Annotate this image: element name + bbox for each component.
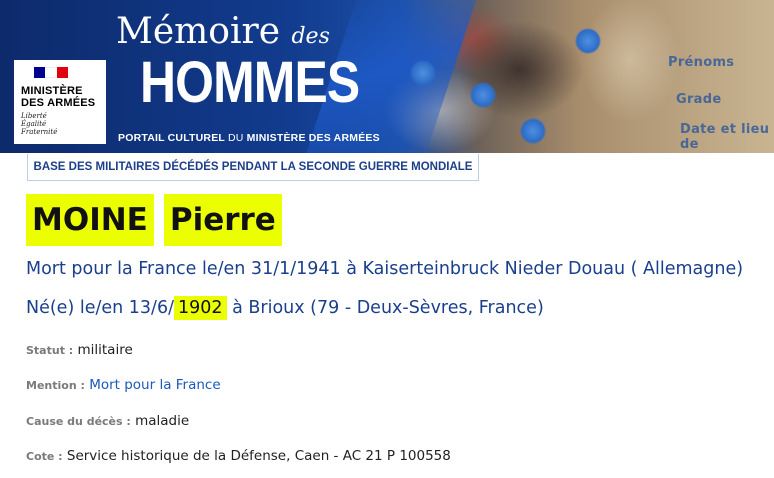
birth-year: 1902	[173, 296, 227, 320]
motto-egalite: Égalité	[21, 120, 47, 128]
banner-blue-dot	[575, 28, 601, 54]
card-label-date-lieu: Date et lieu de	[680, 122, 770, 152]
last-name: MOINE	[26, 194, 154, 246]
site-banner: Prénoms Grade Date et lieu de MINISTÈRE …	[0, 0, 774, 153]
detail-cote: Cote : Service historique de la Défense,…	[26, 448, 451, 464]
logo-motto: Liberté Égalité Fraternité	[21, 112, 100, 136]
banner-blue-dot	[520, 118, 546, 144]
detail-statut: Statut : militaire	[26, 342, 133, 358]
statut-value: militaire	[77, 342, 133, 358]
statut-label: Statut :	[26, 344, 74, 357]
cote-value: Service historique de la Défense, Caen -…	[66, 448, 451, 464]
death-info: Mort pour la France le/en 31/1/1941 à Ka…	[26, 259, 744, 279]
mention-label: Mention :	[26, 379, 85, 392]
site-title-hommes[interactable]: HOMMES	[140, 52, 360, 114]
banner-blue-dot	[470, 82, 496, 108]
motto-liberte: Liberté	[21, 112, 47, 120]
birth-suffix: à Brioux (79 - Deux-Sèvres, France)	[226, 298, 544, 318]
cause-label: Cause du décès :	[26, 415, 131, 428]
logo-ministere: MINISTÈRE	[21, 85, 83, 97]
cause-value: maladie	[135, 413, 190, 429]
subtitle-ministere: MINISTÈRE DES ARMÉES	[246, 132, 380, 144]
person-name: MOINE Pierre	[26, 194, 282, 246]
card-label-prenoms: Prénoms	[668, 55, 735, 70]
title-des-word: des	[291, 24, 330, 49]
banner-blue-dot	[410, 60, 436, 86]
card-label-grade: Grade	[676, 92, 722, 107]
detail-mention: Mention : Mort pour la France	[26, 377, 221, 393]
mention-link[interactable]: Mort pour la France	[89, 377, 220, 393]
detail-cause: Cause du décès : maladie	[26, 413, 189, 429]
database-label[interactable]: BASE DES MILITAIRES DÉCÉDÉS PENDANT LA S…	[27, 154, 479, 181]
birth-info: Né(e) le/en 13/6/1902 à Brioux (79 - Deu…	[26, 296, 544, 320]
first-name: Pierre	[163, 194, 282, 246]
cote-label: Cote :	[26, 450, 63, 463]
birth-prefix: Né(e) le/en 13/6/	[26, 298, 174, 318]
subtitle-du: DU	[227, 132, 244, 144]
site-subtitle: PORTAIL CULTUREL DU MINISTÈRE DES ARMÉES	[118, 132, 380, 144]
motto-fraternite: Fraternité	[21, 128, 58, 136]
ministry-logo[interactable]: MINISTÈRE DES ARMÉES Liberté Égalité Fra…	[14, 60, 106, 144]
french-flag-icon	[34, 67, 68, 78]
subtitle-portail: PORTAIL CULTUREL	[118, 132, 225, 144]
title-memoire-word: Mémoire	[116, 11, 281, 52]
logo-des-armees: DES ARMÉES	[21, 97, 96, 109]
